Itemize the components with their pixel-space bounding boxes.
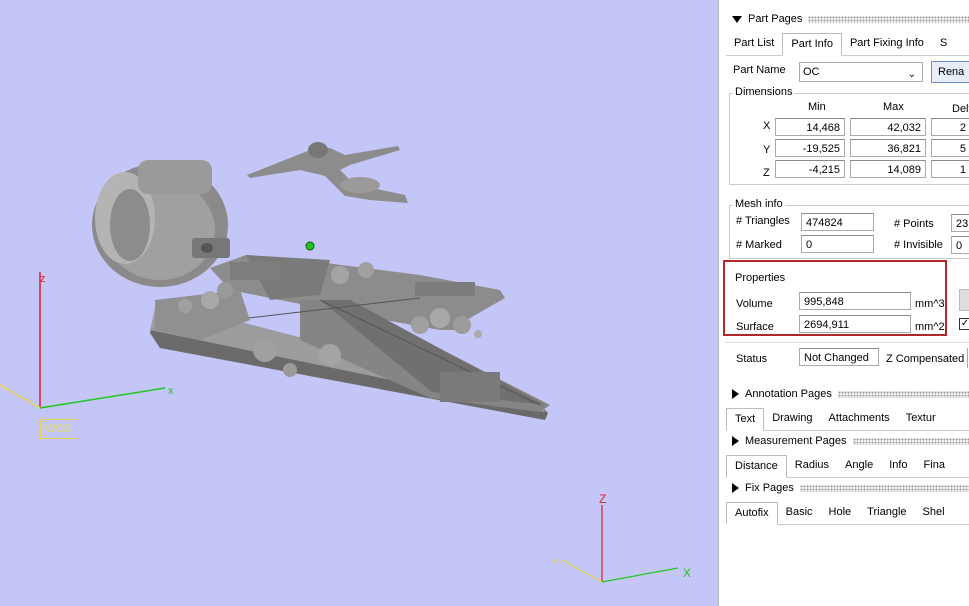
- collapse-triangle-icon: [732, 15, 742, 23]
- 3d-viewport[interactable]: z x Z X Y WCS: [0, 0, 718, 606]
- col-delta-header: Delt: [952, 103, 969, 115]
- properties-title: Properties: [735, 272, 786, 284]
- surface-label: Surface: [736, 321, 774, 333]
- measurement-pages-header[interactable]: Measurement Pages: [719, 433, 969, 449]
- tab-part-list[interactable]: Part List: [726, 33, 782, 54]
- z-delta-field[interactable]: 1: [931, 160, 969, 178]
- pivot-point[interactable]: [305, 241, 315, 251]
- tab-radius[interactable]: Radius: [787, 455, 837, 476]
- cross-model[interactable]: [150, 255, 550, 420]
- measurement-pages-title: Measurement Pages: [745, 435, 847, 447]
- main-x-axis-label: x: [168, 385, 174, 397]
- points-field[interactable]: 23: [951, 214, 969, 232]
- x-delta-field[interactable]: 2: [931, 118, 969, 136]
- expand-triangle-icon: [732, 389, 739, 399]
- volume-label: Volume: [736, 298, 773, 310]
- tab-final[interactable]: Fina: [916, 455, 953, 476]
- annotation-pages-header[interactable]: Annotation Pages: [719, 386, 969, 402]
- checkbox-icon[interactable]: ✓: [959, 318, 969, 330]
- main-z-axis-label: z: [40, 273, 46, 285]
- drag-handle[interactable]: [852, 437, 969, 445]
- x-min-field[interactable]: 14,468: [775, 118, 845, 136]
- rename-button[interactable]: Rena: [931, 61, 969, 83]
- surface-field[interactable]: 2694,911: [799, 315, 911, 333]
- points-label: # Points: [894, 218, 934, 230]
- corpus-figure-model[interactable]: [247, 142, 408, 203]
- z-min-field[interactable]: -4,215: [775, 160, 845, 178]
- fix-pages-header[interactable]: Fix Pages: [719, 480, 969, 496]
- y-delta-field[interactable]: 5: [931, 139, 969, 157]
- part-pages-tabs: Part List Part Info Part Fixing Info S: [726, 33, 969, 56]
- triangles-field[interactable]: 474824: [801, 213, 874, 231]
- tab-shell[interactable]: Shel: [915, 502, 953, 523]
- marked-field[interactable]: 0: [801, 235, 874, 253]
- col-max-header: Max: [883, 101, 904, 113]
- z-max-field[interactable]: 14,089: [850, 160, 926, 178]
- corner-x-axis-label: X: [683, 566, 691, 580]
- tab-basic[interactable]: Basic: [778, 502, 821, 523]
- part-pages-title: Part Pages: [748, 13, 803, 25]
- y-max-field[interactable]: 36,821: [850, 139, 926, 157]
- tab-text[interactable]: Text: [726, 408, 765, 431]
- compute-button[interactable]: [959, 289, 969, 311]
- annotation-pages-tabs: Text Drawing Attachments Textur: [726, 408, 969, 431]
- part-pages-header[interactable]: Part Pages: [719, 11, 969, 27]
- expand-triangle-icon: [732, 483, 739, 493]
- tab-distance[interactable]: Distance: [726, 455, 787, 478]
- drag-handle[interactable]: [799, 484, 969, 492]
- triangles-label: # Triangles: [736, 215, 790, 227]
- part-name-value: OC: [803, 66, 820, 78]
- tab-part-info[interactable]: Part Info: [782, 33, 842, 56]
- tab-info[interactable]: Info: [881, 455, 915, 476]
- corner-axes: Z X Y: [552, 492, 691, 583]
- measurement-pages-tabs: Distance Radius Angle Info Fina: [726, 455, 969, 478]
- chevron-down-icon: ⌄: [907, 69, 916, 80]
- status-field[interactable]: Not Changed: [799, 348, 879, 366]
- mesh-info-title: Mesh info: [733, 198, 785, 210]
- expand-triangle-icon: [732, 436, 739, 446]
- fix-pages-title: Fix Pages: [745, 482, 794, 494]
- row-y-label: Y: [763, 144, 771, 156]
- tab-autofix[interactable]: Autofix: [726, 502, 778, 525]
- divider: [725, 342, 969, 343]
- fix-pages-tabs: Autofix Basic Hole Triangle Shel: [726, 502, 969, 525]
- x-max-field[interactable]: 42,032: [850, 118, 926, 136]
- tab-texture[interactable]: Textur: [898, 408, 944, 429]
- row-z-label: Z: [763, 167, 770, 179]
- status-label: Status: [736, 353, 768, 365]
- y-min-field[interactable]: -19,525: [775, 139, 845, 157]
- ring-model[interactable]: [92, 160, 230, 287]
- drag-handle[interactable]: [808, 15, 969, 23]
- tab-hole[interactable]: Hole: [821, 502, 860, 523]
- tab-part-fixing-info[interactable]: Part Fixing Info: [842, 33, 932, 54]
- corner-z-axis-label: Z: [599, 492, 606, 506]
- main-axes: z x: [0, 272, 174, 409]
- tab-angle[interactable]: Angle: [837, 455, 881, 476]
- corner-y-axis-label: Y: [552, 557, 560, 569]
- tab-triangle[interactable]: Triangle: [859, 502, 914, 523]
- marked-label: # Marked: [736, 239, 782, 251]
- tab-s[interactable]: S: [932, 33, 955, 54]
- invisible-field[interactable]: 0: [951, 236, 969, 254]
- scene-canvas[interactable]: z x Z X Y: [0, 0, 718, 606]
- drag-handle[interactable]: [837, 390, 969, 398]
- part-name-label: Part Name: [733, 64, 786, 76]
- z-compensated-label: Z Compensated: [886, 353, 965, 365]
- dimensions-title: Dimensions: [733, 86, 795, 98]
- volume-unit: mm^3: [915, 298, 945, 310]
- annotation-pages-title: Annotation Pages: [745, 388, 832, 400]
- tab-drawing[interactable]: Drawing: [764, 408, 820, 429]
- invisible-label: # Invisible: [894, 239, 943, 251]
- surface-unit: mm^2: [915, 321, 945, 333]
- wcs-label: WCS: [40, 419, 76, 439]
- col-min-header: Min: [808, 101, 826, 113]
- volume-field[interactable]: 995,848: [799, 292, 911, 310]
- part-name-select[interactable]: OC ⌄: [799, 62, 923, 82]
- properties-panel: Part Pages Part List Part Info Part Fixi…: [718, 0, 969, 606]
- row-x-label: X: [763, 120, 771, 132]
- tab-attachments[interactable]: Attachments: [821, 408, 898, 429]
